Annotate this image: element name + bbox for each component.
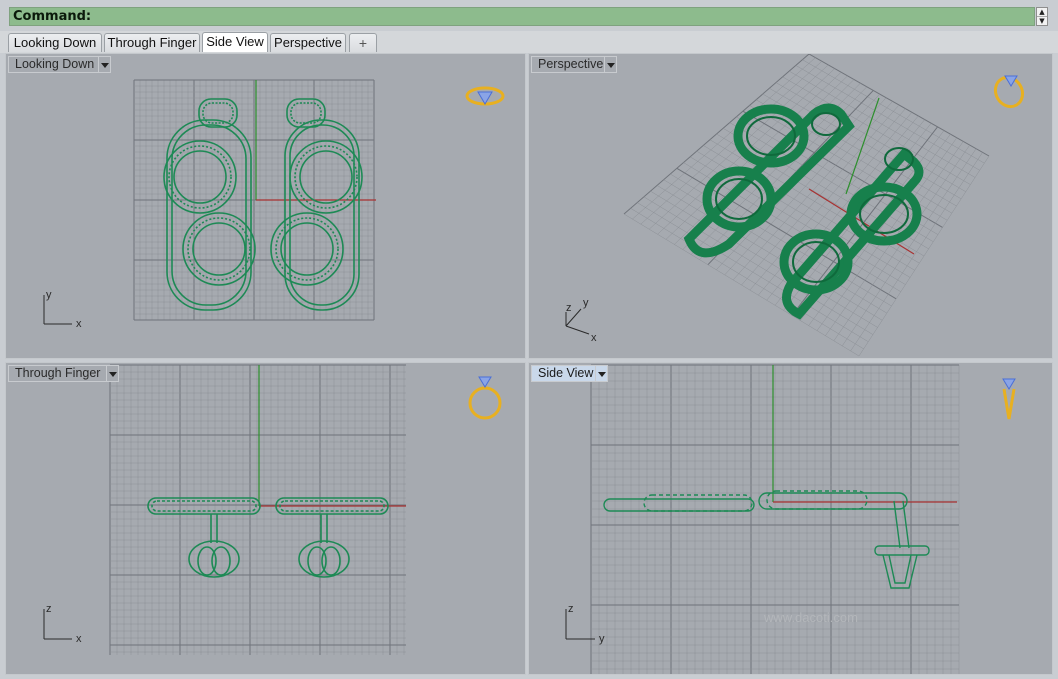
add-tab-icon[interactable]: +	[349, 33, 377, 52]
viewport-tab-strip: Looking Down Through Finger Side View Pe…	[0, 31, 1058, 54]
axis-indicator: y x	[43, 289, 82, 330]
watermark: www.dacoti.com	[763, 610, 858, 625]
ring-top-view-icon[interactable]	[465, 86, 505, 106]
command-bar: Command: ▲ ▼	[0, 0, 1058, 31]
tab-through-finger[interactable]: Through Finger	[104, 33, 200, 52]
viewport-through-finger[interactable]: z x Through Finger	[5, 362, 526, 675]
viewport-title-side-view[interactable]: Side View	[531, 365, 601, 382]
perspective-canvas: y z x	[565, 54, 1028, 357]
scroll-up-icon[interactable]: ▲	[1037, 8, 1047, 16]
chevron-down-icon[interactable]	[604, 56, 617, 73]
axis-label-z: z	[46, 603, 52, 615]
viewport-perspective[interactable]: y z x Perspective	[528, 53, 1053, 359]
chevron-down-icon[interactable]	[98, 56, 111, 73]
axis-label-x: x	[76, 318, 82, 330]
viewport-looking-down[interactable]: y x Looking Down	[5, 53, 526, 359]
ring-side-view-icon[interactable]	[1002, 378, 1016, 420]
axis-label-y: y	[599, 633, 605, 645]
viewport-title-perspective[interactable]: Perspective	[531, 56, 611, 73]
viewport-title-through-finger[interactable]: Through Finger	[8, 365, 108, 382]
axis-label-x: x	[591, 332, 597, 344]
ring-front-view-icon[interactable]	[468, 376, 502, 420]
tab-perspective[interactable]: Perspective	[270, 33, 346, 52]
chevron-down-icon[interactable]	[595, 365, 608, 382]
viewport-side-view[interactable]: z y www.dacoti.com Side View	[528, 362, 1053, 675]
axis-label-z: z	[566, 302, 572, 314]
axis-label-y: y	[583, 297, 589, 309]
top-view-canvas: y x	[43, 79, 505, 330]
command-label: Command:	[13, 9, 92, 24]
earring-side-wireframe	[603, 490, 930, 589]
viewport-area: y x Looking Down y z x Perspective z x T…	[0, 53, 1058, 679]
command-prompt[interactable]: Command:	[9, 7, 1035, 26]
axis-label-y: y	[46, 289, 52, 301]
axis-indicator: y z x	[565, 297, 597, 344]
chevron-down-icon[interactable]	[106, 365, 119, 382]
scroll-down-icon[interactable]: ▼	[1037, 16, 1047, 25]
viewport-title-looking-down[interactable]: Looking Down	[8, 56, 102, 73]
front-view-canvas: z x	[43, 364, 502, 655]
side-view-canvas: z y www.dacoti.com	[565, 364, 1016, 674]
ring-perspective-icon[interactable]	[990, 73, 1028, 112]
axis-label-x: x	[76, 633, 82, 645]
earring-front-wireframe	[147, 497, 389, 578]
command-history-spinner[interactable]: ▲ ▼	[1036, 7, 1048, 26]
tab-side-view[interactable]: Side View	[202, 32, 268, 52]
tab-looking-down[interactable]: Looking Down	[8, 33, 102, 52]
axis-label-z: z	[568, 603, 574, 615]
axis-indicator: z x	[43, 603, 82, 645]
